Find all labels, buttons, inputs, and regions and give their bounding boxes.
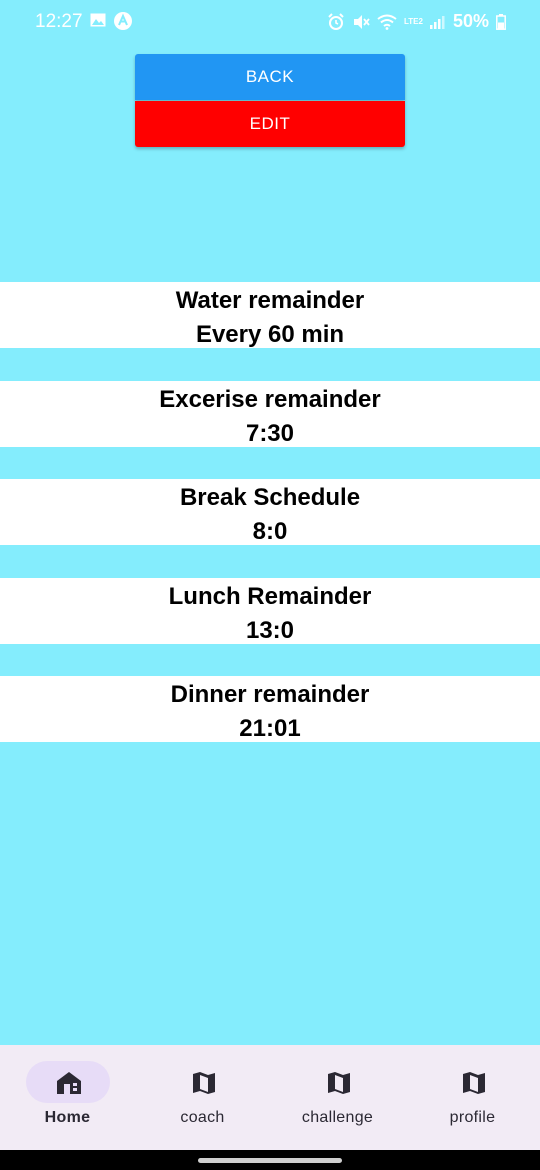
reminder-card-water: Water remainder Every 60 min	[0, 282, 540, 348]
status-bar: 12:27 LTE2 50%	[0, 0, 540, 44]
reminder-card-break: Break Schedule 8:0	[0, 479, 540, 545]
map-icon	[328, 1072, 350, 1094]
reminder-card-dinner: Dinner remainder 21:01	[0, 676, 540, 742]
status-right-group: LTE2 50%	[327, 11, 506, 32]
battery-percent: 50%	[452, 11, 489, 31]
signal-icon	[429, 15, 445, 29]
nav-item-challenge[interactable]: challenge	[270, 1045, 405, 1150]
map-icon	[193, 1072, 215, 1094]
home-icon	[57, 1072, 81, 1094]
reminder-card-exercise: Excerise remainder 7:30	[0, 381, 540, 447]
app-notification-icon	[114, 12, 132, 30]
reminder-title: Break Schedule	[179, 484, 361, 511]
reminder-value: 21:01	[239, 715, 301, 742]
nav-item-profile[interactable]: profile	[405, 1045, 540, 1150]
reminder-title: Water remainder	[175, 287, 365, 314]
back-button[interactable]: BACK	[135, 54, 405, 100]
gallery-icon	[90, 13, 106, 27]
nav-label: coach	[180, 1109, 225, 1126]
battery-icon	[496, 13, 506, 30]
gesture-bar	[0, 1150, 540, 1170]
reminder-title: Excerise remainder	[159, 386, 381, 413]
reminder-card-lunch: Lunch Remainder 13:0	[0, 578, 540, 644]
nav-item-coach[interactable]: coach	[135, 1045, 270, 1150]
bottom-navigation: Home coach challenge profile	[0, 1045, 540, 1150]
edit-button[interactable]: EDIT	[135, 101, 405, 147]
reminder-value: Every 60 min	[195, 321, 345, 348]
map-icon	[463, 1072, 485, 1094]
reminder-title: Dinner remainder	[170, 681, 370, 708]
alarm-icon	[328, 12, 344, 30]
reminder-value: 7:30	[245, 420, 295, 447]
reminder-title: Lunch Remainder	[168, 583, 372, 610]
nav-label: Home	[44, 1109, 91, 1126]
nav-label: profile	[449, 1109, 496, 1126]
reminder-value: 8:0	[252, 518, 288, 545]
status-time: 12:27	[35, 11, 83, 32]
nav-label: challenge	[301, 1109, 374, 1126]
network-type: LTE2	[404, 17, 423, 26]
mute-icon	[354, 14, 370, 29]
nav-item-home[interactable]: Home	[0, 1045, 135, 1150]
home-gesture-handle[interactable]	[198, 1158, 342, 1163]
reminder-value: 13:0	[245, 617, 295, 644]
wifi-icon	[377, 14, 397, 30]
